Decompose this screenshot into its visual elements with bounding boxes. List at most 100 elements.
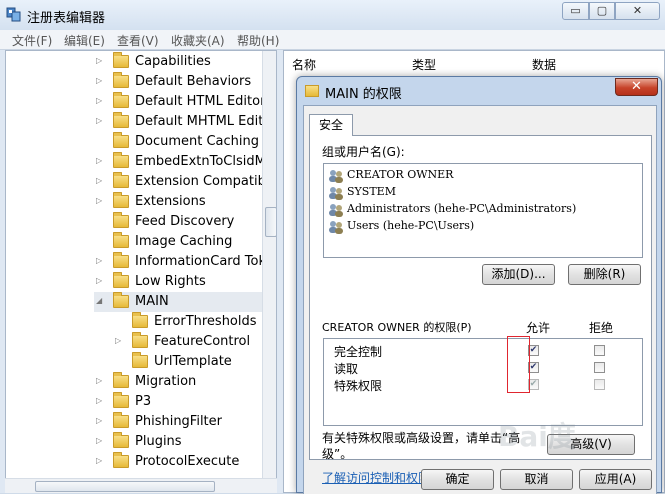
tree-item-label: ErrorThresholds (154, 314, 257, 329)
deny-column-header: 拒绝 (589, 321, 614, 335)
dialog-close-button[interactable]: ✕ (615, 78, 658, 96)
tree-item[interactable]: ▷ PhishingFilter (94, 412, 276, 432)
tree-item[interactable]: ◢ MAIN (94, 292, 276, 312)
user-name: SYSTEM (347, 185, 396, 198)
folder-icon (132, 312, 148, 328)
perm-special: 特殊权限 (334, 379, 383, 393)
menu-edit[interactable]: 编辑(E) (64, 32, 105, 49)
expand-arrow-icon[interactable]: ▷ (96, 96, 102, 105)
tree-scroll-thumb[interactable] (265, 207, 276, 237)
menu-help[interactable]: 帮助(H) (237, 32, 279, 49)
expand-arrow-icon[interactable]: ▷ (96, 196, 102, 205)
menu-favorites[interactable]: 收藏夹(A) (171, 32, 225, 49)
user-name: Users (hehe-PC\Users) (347, 219, 475, 232)
folder-icon (113, 172, 129, 188)
column-name[interactable]: 名称 (292, 56, 316, 73)
user-group-icon (329, 187, 343, 200)
window-title: 注册表编辑器 (27, 11, 106, 26)
user-name: Administrators (hehe-PC\Administrators) (347, 202, 577, 215)
user-list[interactable]: CREATOR OWNER SYSTEM Administrators (heh… (323, 163, 643, 258)
dialog-body: 安全 组或用户名(G): CREATOR OWNER SYSTEM Admini… (303, 105, 657, 494)
tree-item-label: MAIN (135, 294, 169, 309)
expand-arrow-icon[interactable]: ▷ (96, 436, 102, 445)
registry-tree[interactable]: ▷ Capabilities ▷ Default Behaviors ▷ Default … (5, 50, 277, 493)
expand-arrow-icon[interactable]: ▷ (115, 336, 121, 345)
menu-file[interactable]: 文件(F) (12, 32, 52, 49)
expand-arrow-icon[interactable]: ▷ (96, 396, 102, 405)
folder-icon (113, 452, 129, 468)
cancel-button[interactable]: 取消 (500, 469, 573, 490)
tree-item-label: Image Caching (135, 234, 233, 249)
tree-item[interactable]: ▷ Extension Compatibility (94, 172, 277, 192)
tab-security[interactable]: 安全 (309, 114, 353, 136)
menu-view[interactable]: 查看(V) (117, 32, 159, 49)
learn-access-control-link[interactable]: 了解访问控制和权限 (322, 469, 430, 486)
tree-item[interactable]: ▷ FeatureControl (113, 332, 276, 352)
tree-item[interactable]: Document Caching (94, 132, 276, 152)
folder-icon (132, 332, 148, 348)
tree-item-label: Extension Compatibility (135, 174, 277, 189)
full-control-deny-checkbox[interactable] (594, 345, 605, 356)
tree-vertical-scrollbar[interactable] (262, 51, 276, 492)
folder-icon (113, 232, 129, 248)
tree-item[interactable]: ▷ Extensions (94, 192, 276, 212)
tree-item[interactable]: ▷ InformationCard Token (94, 252, 276, 272)
tree-item[interactable]: ▷ Default Behaviors (94, 72, 276, 92)
tree-item-label: Default HTML Editor (135, 94, 266, 109)
tree-item[interactable]: ▷ EmbedExtnToClsidMap (94, 152, 276, 172)
folder-icon (132, 352, 148, 368)
maximize-button[interactable]: ▢ (589, 2, 615, 20)
tree-item[interactable]: ▷ Low Rights (94, 272, 276, 292)
tree-item[interactable]: ▷ Default MHTML Editor (94, 112, 277, 132)
remove-button[interactable]: 删除(R) (568, 264, 641, 285)
expand-arrow-icon[interactable]: ▷ (96, 276, 102, 285)
close-button[interactable]: ✕ (615, 2, 660, 20)
tree-item-label: Default MHTML Editor (135, 114, 277, 129)
tree-item[interactable]: ▷ ProtocolExecute (94, 452, 276, 472)
tree-item[interactable]: ▷ Default HTML Editor (94, 92, 276, 112)
folder-icon (113, 212, 129, 228)
expand-arrow-icon[interactable]: ▷ (96, 256, 102, 265)
column-type[interactable]: 类型 (412, 56, 436, 73)
close-icon: ✕ (631, 79, 642, 94)
tree-item-label: Capabilities (135, 54, 211, 69)
folder-icon (113, 252, 129, 268)
folder-icon (113, 152, 129, 168)
tree-item[interactable]: ▷ P3 (94, 392, 276, 412)
expand-arrow-icon[interactable]: ▷ (96, 116, 102, 125)
add-button[interactable]: 添加(D)... (482, 264, 555, 285)
tree-item-label: FeatureControl (154, 334, 251, 349)
menu-bar: 文件(F) 编辑(E) 查看(V) 收藏夹(A) 帮助(H) (0, 30, 665, 50)
maximize-icon: ▢ (596, 4, 608, 17)
folder-icon (113, 272, 129, 288)
special-deny-checkbox (594, 379, 605, 390)
tree-item[interactable]: ▷ Capabilities (94, 52, 276, 72)
tree-item-label: P3 (135, 394, 152, 409)
tree-item[interactable]: ▷ Plugins (94, 432, 276, 452)
expand-arrow-icon[interactable]: ▷ (96, 56, 102, 65)
column-data[interactable]: 数据 (532, 56, 556, 73)
expand-arrow-icon[interactable]: ▷ (96, 376, 102, 385)
expand-arrow-icon[interactable]: ▷ (96, 156, 102, 165)
apply-button[interactable]: 应用(A) (579, 469, 652, 490)
expand-arrow-icon[interactable]: ▷ (96, 456, 102, 465)
read-deny-checkbox[interactable] (594, 362, 605, 373)
tree-horizontal-scrollbar[interactable] (5, 478, 277, 493)
minimize-button[interactable]: ▭ (562, 2, 589, 20)
tree-item-label: Document Caching (135, 134, 260, 149)
expand-arrow-icon[interactable]: ▷ (96, 176, 102, 185)
tree-item[interactable]: Feed Discovery (94, 212, 276, 232)
tree-item[interactable]: ErrorThresholds (113, 312, 276, 332)
registry-app-icon (6, 7, 21, 22)
collapse-arrow-icon[interactable]: ◢ (96, 296, 102, 305)
close-icon: ✕ (632, 4, 643, 17)
ok-button[interactable]: 确定 (421, 469, 494, 490)
expand-arrow-icon[interactable]: ▷ (96, 416, 102, 425)
title-bar[interactable]: 注册表编辑器 ▭ ▢ ✕ (0, 0, 665, 30)
tree-item[interactable]: UrlTemplate (113, 352, 276, 372)
tree-item[interactable]: ▷ Migration (94, 372, 276, 392)
tree-hscroll-thumb[interactable] (35, 481, 215, 492)
expand-arrow-icon[interactable]: ▷ (96, 76, 102, 85)
tree-item-label: Default Behaviors (135, 74, 252, 89)
tree-item[interactable]: Image Caching (94, 232, 276, 252)
